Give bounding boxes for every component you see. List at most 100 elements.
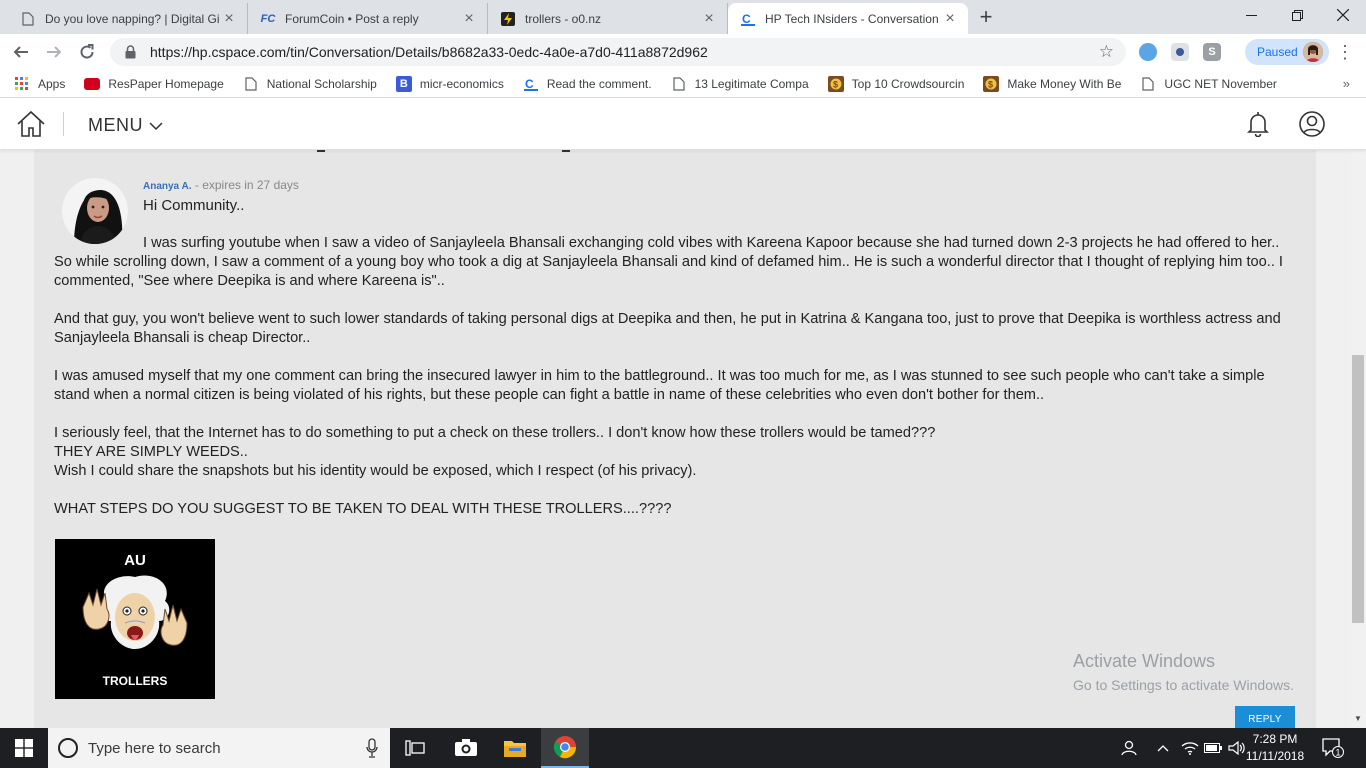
scrollbar-thumb[interactable] xyxy=(1352,355,1364,623)
user-account-icon[interactable] xyxy=(1299,111,1325,137)
system-clock[interactable]: 7:28 PM 11/11/2018 xyxy=(1245,731,1305,765)
svg-text:TROLLERS: TROLLERS xyxy=(103,674,168,688)
watermark-subtitle: Go to Settings to activate Windows. xyxy=(1073,677,1294,693)
apps-grid-icon xyxy=(14,76,30,92)
battery-icon[interactable] xyxy=(1204,728,1222,768)
bookmark-label: Make Money With Be xyxy=(1007,76,1122,91)
action-center-button[interactable]: 1 xyxy=(1322,738,1344,758)
search-placeholder: Type here to search xyxy=(88,739,221,757)
file-explorer-button[interactable] xyxy=(491,728,539,768)
arrow-left-icon xyxy=(13,46,28,58)
clock-date: 11/11/2018 xyxy=(1245,749,1305,763)
chevron-up-icon[interactable] xyxy=(1157,728,1169,768)
browser-tab-strip: Do you love napping? | Digital Gi × FC F… xyxy=(0,0,1366,34)
volume-icon[interactable] xyxy=(1228,728,1246,768)
people-icon[interactable] xyxy=(1120,728,1138,768)
page-icon xyxy=(243,76,259,92)
cspace-icon: C xyxy=(523,76,539,92)
bookmark-label: National Scholarship xyxy=(266,76,377,91)
money-icon: $ xyxy=(827,75,844,92)
post-paragraph: I seriously feel, that the Internet has … xyxy=(54,425,936,441)
site-header: MENU xyxy=(0,98,1366,150)
b-icon: B xyxy=(395,75,412,92)
bookmark-item[interactable]: $ Top 10 Crowdsourcin xyxy=(827,75,965,92)
respaper-icon xyxy=(84,76,101,92)
windows-start-button[interactable] xyxy=(0,728,48,768)
header-divider xyxy=(63,112,64,136)
svg-text:AU: AU xyxy=(124,552,146,569)
post-body: I was surfing youtube when I saw a video… xyxy=(54,234,1299,538)
profile-paused-button[interactable]: Paused xyxy=(1245,39,1329,65)
taskbar-search-box[interactable]: Type here to search xyxy=(48,728,390,768)
browser-tab[interactable]: Do you love napping? | Digital Gi × xyxy=(8,3,248,34)
chrome-taskbar-button[interactable] xyxy=(541,728,589,768)
chrome-icon xyxy=(553,736,577,759)
reload-button[interactable] xyxy=(75,40,99,64)
svg-text:1: 1 xyxy=(1335,748,1340,758)
address-bar[interactable]: https://hp.cspace.com/tin/Conversation/D… xyxy=(110,38,1126,66)
url-text[interactable]: https://hp.cspace.com/tin/Conversation/D… xyxy=(150,44,708,60)
money-icon: $ xyxy=(983,75,1000,92)
browser-tab[interactable]: trollers - o0.nz × xyxy=(488,3,728,34)
browser-tab[interactable]: FC ForumCoin • Post a reply × xyxy=(248,3,488,34)
windows-logo-icon xyxy=(15,739,33,757)
tab-title: HP Tech INsiders - Conversation xyxy=(765,11,939,26)
chrome-menu-icon[interactable]: ⋮ xyxy=(1336,42,1354,63)
close-icon[interactable]: × xyxy=(461,10,477,27)
bookmark-label: Top 10 Crowdsourcin xyxy=(851,76,965,91)
home-icon[interactable] xyxy=(16,110,46,138)
forward-button[interactable] xyxy=(42,40,66,64)
menu-button[interactable]: MENU xyxy=(88,115,163,136)
page-icon xyxy=(671,76,687,92)
close-icon[interactable]: × xyxy=(942,10,958,27)
einstein-cartoon-image: AU TROLLERS xyxy=(55,539,215,699)
camera-app-button[interactable] xyxy=(442,728,490,768)
svg-text:$: $ xyxy=(833,79,838,89)
profile-avatar xyxy=(1303,42,1323,62)
new-tab-button[interactable]: + xyxy=(972,5,1000,29)
close-window-button[interactable] xyxy=(1320,0,1366,30)
tab-title: ForumCoin • Post a reply xyxy=(285,11,419,26)
wifi-icon[interactable] xyxy=(1181,728,1199,768)
page-scrollbar[interactable]: ▲ ▼ xyxy=(1350,98,1366,728)
menu-label: MENU xyxy=(88,115,143,135)
restore-button[interactable] xyxy=(1274,0,1320,30)
bell-icon[interactable] xyxy=(1247,111,1269,137)
post-image-trollers[interactable]: AU TROLLERS xyxy=(55,539,215,699)
close-icon[interactable]: × xyxy=(701,10,717,27)
bookmark-item[interactable]: UGC NET November xyxy=(1140,76,1277,92)
browser-toolbar: https://hp.cspace.com/tin/Conversation/D… xyxy=(0,34,1366,70)
chevron-double-right-icon[interactable]: » xyxy=(1343,76,1350,91)
post-paragraph: Wish I could share the snapshots but his… xyxy=(54,463,697,479)
back-button[interactable] xyxy=(9,40,33,64)
bookmark-item[interactable]: 13 Legitimate Compa xyxy=(671,76,809,92)
extension-icon[interactable] xyxy=(1139,43,1157,61)
watermark-title: Activate Windows xyxy=(1073,651,1216,671)
task-view-button[interactable] xyxy=(391,728,439,768)
close-icon[interactable]: × xyxy=(221,10,237,27)
post-greeting: Hi Community.. xyxy=(143,197,245,214)
conversation-post: Ananya A. - expires in 27 days Hi Commun… xyxy=(34,150,1316,728)
clock-time: 7:28 PM xyxy=(1252,732,1298,746)
browser-tab-active[interactable]: C HP Tech INsiders - Conversation × xyxy=(728,3,968,34)
star-icon[interactable]: ☆ xyxy=(1099,42,1114,62)
cortana-circle-icon xyxy=(58,738,78,758)
author-name-link[interactable]: Ananya A. xyxy=(143,181,192,192)
bookmark-item[interactable]: B micr-economics xyxy=(395,75,504,92)
scroll-down-icon[interactable]: ▼ xyxy=(1354,714,1362,723)
extension-icon[interactable] xyxy=(1171,43,1189,61)
reply-button[interactable]: REPLY xyxy=(1235,706,1295,728)
bookmark-item[interactable]: C Read the comment. xyxy=(523,76,652,92)
microphone-icon[interactable] xyxy=(366,738,378,758)
svg-text:$: $ xyxy=(988,79,993,89)
tab-title: Do you love napping? | Digital Gi xyxy=(45,11,220,26)
bookmark-label: Apps xyxy=(38,76,66,91)
minimize-button[interactable] xyxy=(1228,0,1274,30)
bookmark-item[interactable]: $ Make Money With Be xyxy=(983,75,1122,92)
extension-s-icon[interactable]: S xyxy=(1203,43,1221,61)
lock-icon[interactable] xyxy=(122,44,138,60)
bookmark-apps[interactable]: Apps xyxy=(14,76,65,92)
bookmark-item[interactable]: ResPaper Homepage xyxy=(84,76,224,92)
bookmark-label: ResPaper Homepage xyxy=(108,76,224,91)
bookmark-item[interactable]: National Scholarship xyxy=(243,76,377,92)
